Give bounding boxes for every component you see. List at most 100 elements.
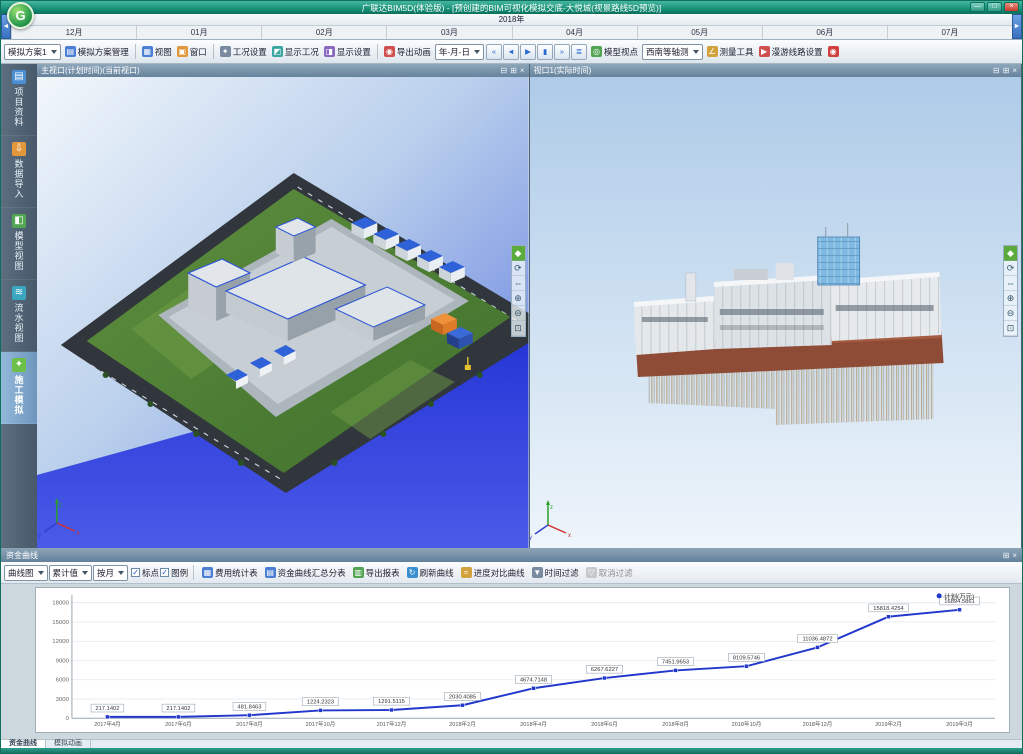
viewport-control-button[interactable]: ⊟: [500, 66, 507, 76]
panel-control-button[interactable]: ×: [1012, 551, 1017, 561]
chart-option-checkbox[interactable]: 标点: [131, 567, 159, 579]
fund-curve-chart[interactable]: 03000600090001200015000180002017年4月2017年…: [36, 588, 1009, 732]
fund-curve-panel-header[interactable]: 资金曲线 ⊞×: [1, 549, 1022, 562]
viewport-tool-view-cube[interactable]: ◆: [1004, 246, 1017, 261]
viewport-control-button[interactable]: ⊞: [1003, 66, 1010, 76]
sidebar-item-data-import[interactable]: ⇩ 数据导入: [1, 136, 37, 208]
viewport-tool-zoom-in[interactable]: ⊕: [512, 291, 525, 306]
toolbar-button-roam-route-settings[interactable]: ▶ 漫游线路设置: [757, 45, 825, 59]
fund-curve-button-progress-compare-curve[interactable]: ≈ 进度对比曲线: [458, 566, 528, 580]
structure-model-3d-scene[interactable]: z x y: [530, 77, 1022, 548]
svg-text:8109.5746: 8109.5746: [733, 655, 760, 661]
sidebar-item-project-info[interactable]: ▤ 项目资料: [1, 64, 37, 136]
viewport-tool-orbit[interactable]: ⟳: [512, 261, 525, 276]
playback-button-to-start[interactable]: «: [486, 44, 502, 60]
toolbar-button-label: 工况设置: [233, 46, 267, 58]
playback-button-to-end[interactable]: »: [554, 44, 570, 60]
fund-curve-select-value-type[interactable]: 累计值: [49, 565, 93, 581]
fund-curve-select-chart-type[interactable]: 曲线图: [4, 565, 48, 581]
timeline-month-label: 02月: [261, 26, 386, 39]
viewport-tool-zoom-out[interactable]: ⊖: [1004, 306, 1017, 321]
toolbar-button-scheme-manage[interactable]: ▤ 模拟方案管理: [63, 45, 131, 59]
viewport-tool-pan[interactable]: ⇔: [512, 276, 525, 291]
fund-curve-button-cost-statistics[interactable]: ▦ 费用统计表: [199, 566, 261, 580]
toolbar-button-export-animation[interactable]: ◉ 导出动画: [382, 45, 433, 59]
playback-button-play[interactable]: ▶: [520, 44, 536, 60]
fund-curve-button-fund-curve-summary[interactable]: ▤ 资金曲线汇总分表: [262, 566, 349, 580]
toolbar-button-model-viewpoint[interactable]: ◎ 模型视点: [589, 45, 640, 59]
playback-button-step-back[interactable]: ◄: [503, 44, 519, 60]
viewport-header[interactable]: 主视口(计划时间)(当前视口) ⊟⊞×: [37, 64, 529, 77]
playback-button-pause[interactable]: ▮: [537, 44, 553, 60]
toolbar-button-measure-tools[interactable]: ∠ 测量工具: [705, 45, 756, 59]
sidebar-item-label: 数据导入: [13, 159, 26, 199]
timeline-month-label: 12月: [11, 26, 136, 39]
toolbar-button-display-settings[interactable]: ◨ 显示设置: [322, 45, 373, 59]
sidebar-item-label: 流水视图: [13, 303, 26, 343]
fund-curve-selects: 曲线图 累计值 按月: [4, 565, 128, 581]
sidebar-item-construction-simulation[interactable]: ✦ 施工模拟: [1, 352, 37, 424]
viewport-tool-pan[interactable]: ⇔: [1004, 276, 1017, 291]
timeline-month-label: 07月: [887, 26, 1012, 39]
viewport-window-controls: ⊟⊞×: [500, 66, 524, 76]
sidebar-item-flow-view[interactable]: ≋ 流水视图: [1, 280, 37, 352]
toolbar-button-work-condition[interactable]: ✦ 工况设置: [218, 45, 269, 59]
toolbar-button-view[interactable]: ▦ 视图: [140, 45, 174, 59]
viewport-title: 主视口(计划时间)(当前视口): [41, 65, 140, 76]
fund-curve-select-period[interactable]: 按月: [93, 565, 128, 581]
svg-text:x: x: [567, 533, 570, 539]
timeline-scroll-right-button[interactable]: ►: [1012, 14, 1022, 39]
viewport-tool-zoom-fit[interactable]: ⊡: [512, 321, 525, 336]
chevron-down-icon: [51, 50, 57, 54]
playback-controls: «◄▶▮»≣: [486, 44, 587, 60]
site-overview-3d-scene[interactable]: z x y: [37, 77, 529, 548]
toolbar-button-roam-record[interactable]: ◉: [826, 45, 843, 58]
sidebar-item-label: 项目资料: [13, 87, 26, 127]
viewport-header[interactable]: 视口1(实际时间) ⊟⊞×: [530, 64, 1022, 77]
minimize-button[interactable]: —: [970, 2, 985, 12]
viewport-control-button[interactable]: ⊞: [510, 66, 517, 76]
timeline-ruler[interactable]: ◄ 2018年 12月01月02月03月04月05月06月07月 ►: [1, 14, 1022, 40]
maximize-button[interactable]: □: [987, 2, 1002, 12]
fund-curve-button-icon: ▦: [202, 567, 213, 578]
fund-curve-button-time-filter[interactable]: ▼ 时间过滤: [529, 566, 582, 580]
timeline-body: 2018年 12月01月02月03月04月05月06月07月: [11, 14, 1012, 39]
close-button[interactable]: ×: [1004, 2, 1019, 12]
viewport-control-button[interactable]: ×: [520, 66, 525, 76]
status-tab[interactable]: 资金曲线: [1, 740, 46, 748]
viewport-control-button[interactable]: ×: [1012, 66, 1017, 76]
fund-curve-button-refresh-curve[interactable]: ↻ 刷新曲线: [404, 566, 457, 580]
view-angle-value: 西南等轴测: [646, 46, 689, 58]
sidebar-item-model-view[interactable]: ◧ 模型视图: [1, 208, 37, 280]
toolbar-button-icon: ▤: [65, 46, 76, 57]
app-logo-letter: G: [15, 8, 25, 23]
viewport-tool-view-cube[interactable]: ◆: [512, 246, 525, 261]
title-bar: 广联达BIM5D(体验版) - [预创建的BIM可视化模拟交底-大悦城(视景路线…: [1, 1, 1022, 14]
time-unit-select[interactable]: 年-月-日: [435, 44, 484, 60]
toolbar-button-window[interactable]: ▣ 窗口: [175, 45, 209, 59]
fund-curve-button-export-report[interactable]: ▥ 导出报表: [350, 566, 403, 580]
svg-text:6000: 6000: [56, 678, 70, 684]
panel-control-button[interactable]: ⊞: [1003, 551, 1010, 561]
viewport-3d-canvas-actual[interactable]: z x y ◆⟳⇔⊕⊖⊡: [530, 77, 1022, 548]
fund-curve-button-icon: ↻: [407, 567, 418, 578]
viewport-3d-canvas-plan[interactable]: z x y ◆⟳⇔⊕⊖⊡: [37, 77, 529, 548]
status-tab[interactable]: 模拟动画: [46, 740, 91, 748]
view-angle-select[interactable]: 西南等轴测: [642, 44, 703, 60]
fund-curve-button-cancel-filter[interactable]: ▽ 取消过滤: [583, 566, 636, 580]
playback-button-frame-list[interactable]: ≣: [571, 44, 587, 60]
select-value: 曲线图: [8, 567, 34, 579]
svg-text:15000: 15000: [52, 620, 69, 626]
simulation-scheme-select[interactable]: 模拟方案1: [4, 44, 61, 60]
viewport-tool-zoom-in[interactable]: ⊕: [1004, 291, 1017, 306]
viewport-control-button[interactable]: ⊟: [993, 66, 1000, 76]
viewport-tool-zoom-fit[interactable]: ⊡: [1004, 321, 1017, 336]
viewport-tool-zoom-out[interactable]: ⊖: [512, 306, 525, 321]
viewport-tool-orbit[interactable]: ⟳: [1004, 261, 1017, 276]
toolbar-button-label: 测量工具: [720, 46, 754, 58]
toolbar-button-show-work-condition[interactable]: ◩ 显示工况: [270, 45, 321, 59]
toolbar-button-icon: ▶: [759, 46, 770, 57]
bottom-frame-bar: [1, 748, 1022, 754]
chart-option-checkbox[interactable]: 图例: [160, 567, 188, 579]
simulation-scheme-value: 模拟方案1: [8, 46, 47, 58]
